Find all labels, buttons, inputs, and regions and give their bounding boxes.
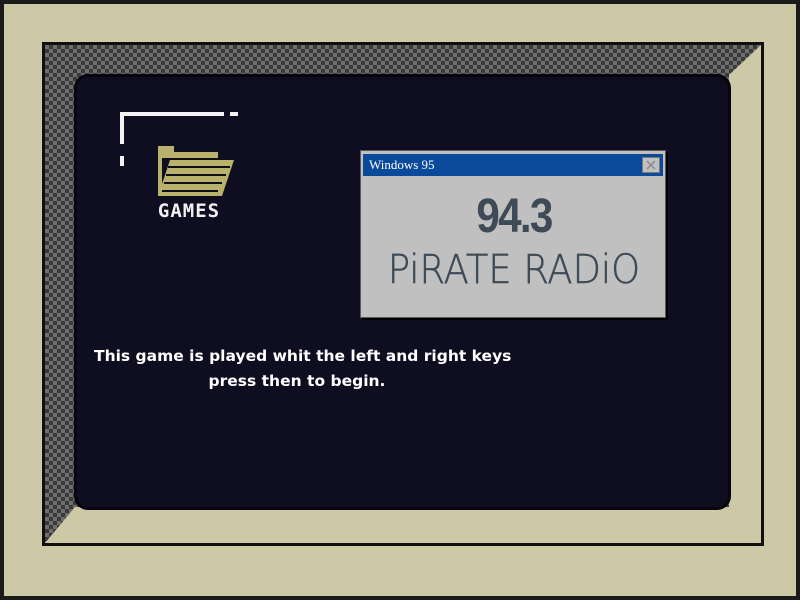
games-label[interactable]: GAMES xyxy=(144,200,234,222)
radio-dialog: Windows 95 94.3 PiRATE RADiO xyxy=(360,150,666,318)
radio-station-name: PiRATE RADiO xyxy=(387,247,641,294)
close-icon xyxy=(646,160,656,170)
close-button[interactable] xyxy=(642,157,660,173)
bezel-right-bevel xyxy=(729,45,761,543)
monitor-frame: GAMES Windows 95 94.3 PiRATE RADiO This … xyxy=(0,0,800,600)
folder-icon xyxy=(158,146,234,196)
dialog-title: Windows 95 xyxy=(369,157,435,172)
instructions-line-1: This game is played whit the left and ri… xyxy=(94,347,512,365)
instructions-text: This game is played whit the left and ri… xyxy=(94,344,512,394)
dialog-titlebar[interactable]: Windows 95 xyxy=(363,154,663,176)
radio-frequency: 94.3 xyxy=(476,190,553,243)
bezel-bottom-bevel xyxy=(45,507,761,543)
instructions-line-2: press then to begin. xyxy=(208,372,386,390)
